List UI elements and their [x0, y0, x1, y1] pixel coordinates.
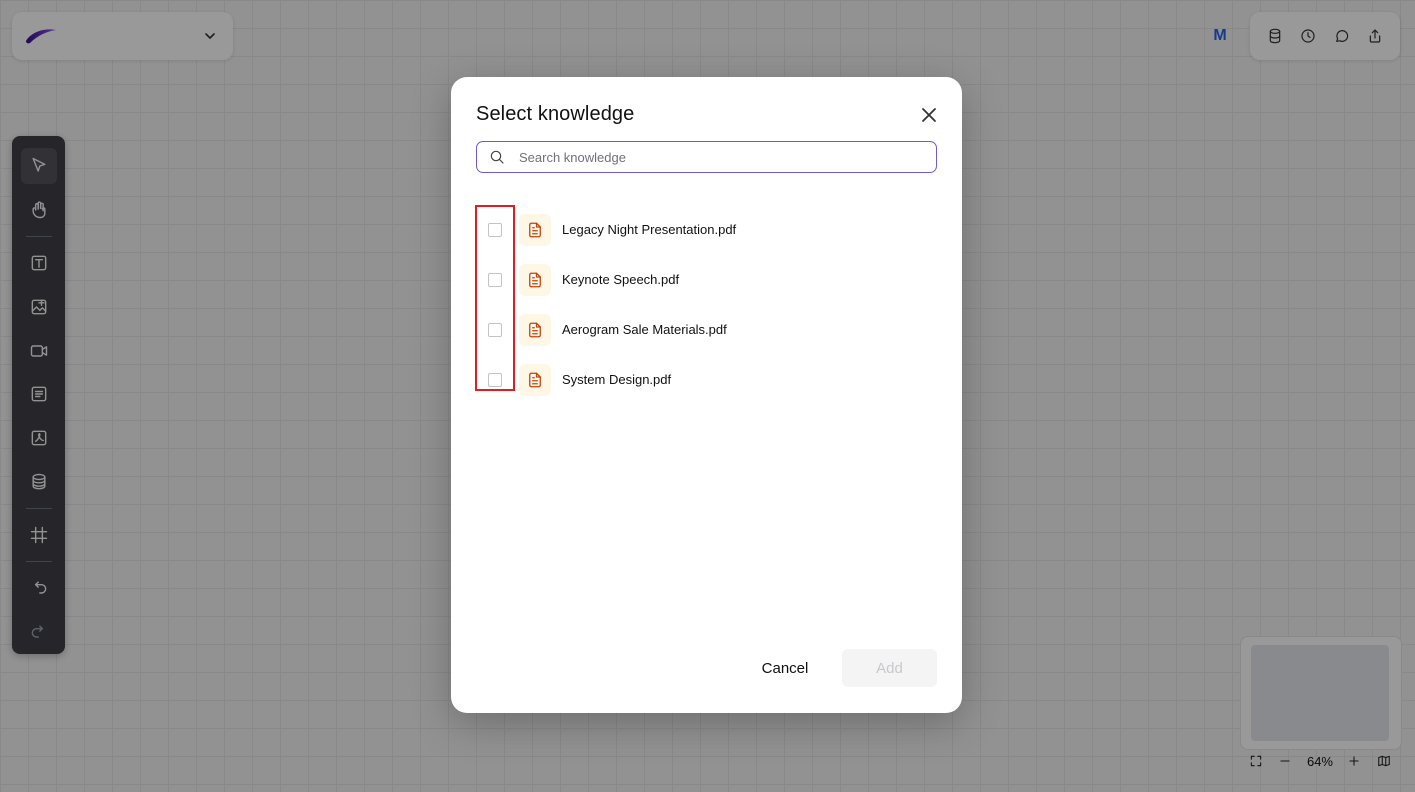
- file-name: Aerogram Sale Materials.pdf: [562, 322, 727, 337]
- file-list: Legacy Night Presentation.pdf Keynote Sp…: [476, 205, 937, 405]
- file-name: System Design.pdf: [562, 372, 672, 387]
- dialog-title: Select knowledge: [476, 103, 635, 125]
- file-text-icon: [529, 322, 541, 338]
- search-icon: [490, 150, 504, 164]
- close-icon: [922, 108, 936, 122]
- close-button[interactable]: [917, 103, 941, 127]
- list-item[interactable]: Keynote Speech.pdf: [476, 255, 937, 305]
- file-name: Legacy Night Presentation.pdf: [562, 222, 737, 237]
- cancel-button[interactable]: Cancel: [741, 649, 829, 687]
- search-field: [476, 141, 937, 173]
- list-item[interactable]: Aerogram Sale Materials.pdf: [476, 305, 937, 355]
- file-name: Keynote Speech.pdf: [562, 272, 680, 287]
- file-icon-wrap: [519, 264, 551, 296]
- select-knowledge-dialog: Select knowledge Legacy Night Presentati…: [451, 77, 962, 713]
- file-text-icon: [529, 272, 541, 288]
- list-item[interactable]: System Design.pdf: [476, 355, 937, 405]
- file-icon-wrap: [519, 214, 551, 246]
- file-text-icon: [529, 372, 541, 388]
- file-icon-wrap: [519, 314, 551, 346]
- checkbox-highlight-annotation: [475, 205, 515, 391]
- add-button[interactable]: Add: [842, 649, 937, 687]
- list-item[interactable]: Legacy Night Presentation.pdf: [476, 205, 937, 255]
- file-icon-wrap: [519, 364, 551, 396]
- file-text-icon: [529, 222, 541, 238]
- search-input[interactable]: [517, 148, 921, 166]
